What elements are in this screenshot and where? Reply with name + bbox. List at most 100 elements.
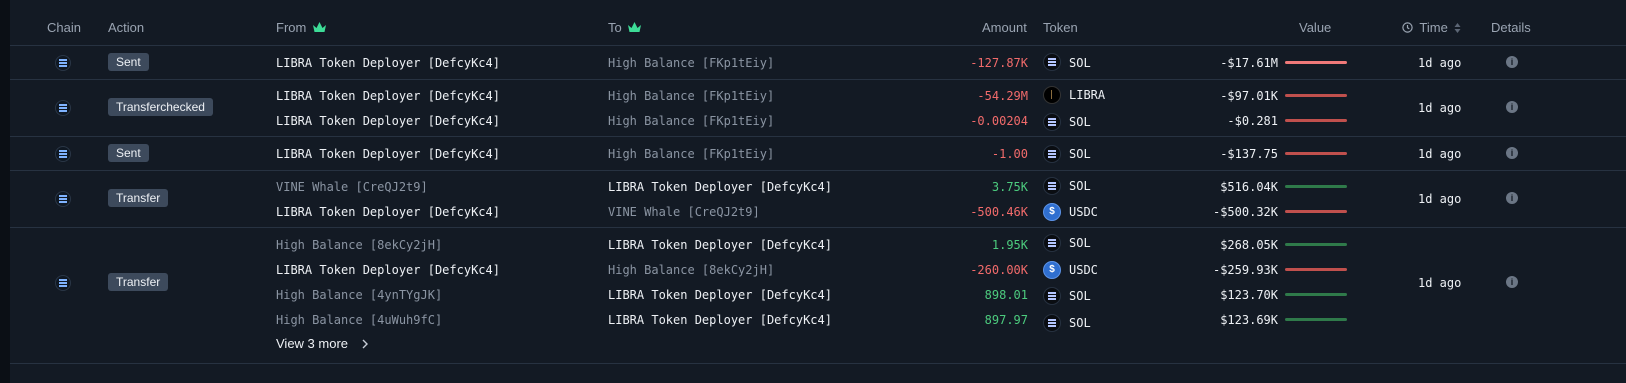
amount: -0.00204 [970,114,1028,128]
clock-icon [1402,22,1413,33]
usd-value: -$500.32K [1212,205,1278,219]
time-ago: 1d ago [1418,147,1462,161]
usd-value: -$137.75 [1220,147,1278,161]
usd-value: $123.69K [1220,313,1278,327]
time-ago: 1d ago [1418,192,1462,206]
from-address[interactable]: LIBRA Token Deployer [DefcyKc4] [276,89,500,103]
view-more-label: View 3 more [276,336,349,351]
token-symbol[interactable]: USDC [1069,263,1098,277]
col-header-time[interactable]: Time [1402,20,1461,35]
value-bar [1285,61,1347,64]
amount: 898.01 [984,288,1028,302]
time-ago: 1d ago [1418,276,1462,290]
usd-value: -$259.93K [1212,263,1278,277]
sol-token-icon [1043,53,1061,71]
token-symbol[interactable]: SOL [1069,289,1091,303]
amount: 3.75K [991,180,1028,194]
action-badge: Sent [108,144,149,162]
to-address[interactable]: LIBRA Token Deployer [DefcyKc4] [608,288,832,302]
sol-token-icon [1043,234,1061,252]
from-address[interactable]: LIBRA Token Deployer [DefcyKc4] [276,114,500,128]
usd-value: $268.05K [1220,238,1278,252]
amount: 897.97 [984,313,1028,327]
value-bar [1285,293,1347,296]
token-symbol[interactable]: SOL [1069,236,1091,250]
token-symbol[interactable]: SOL [1069,115,1091,129]
token-symbol[interactable]: SOL [1069,316,1091,330]
from-address[interactable]: High Balance [4uWuh9fC] [276,313,442,327]
from-address[interactable]: LIBRA Token Deployer [DefcyKc4] [276,56,500,70]
sol-token-icon [1043,314,1061,332]
col-header-from-label: From [276,20,307,35]
value-bar [1285,318,1347,321]
token-symbol[interactable]: SOL [1069,147,1091,161]
value-bar [1285,152,1347,155]
libra-token-icon [1043,86,1061,104]
solana-chain-icon [55,146,71,162]
to-address[interactable]: LIBRA Token Deployer [DefcyKc4] [608,313,832,327]
value-bar [1285,94,1347,97]
chevron-right-icon [362,339,368,349]
col-header-to-label: To [608,20,622,35]
action-badge: Transfer [108,189,169,207]
value-bar [1285,268,1347,271]
value-bar [1285,185,1347,188]
col-header-to[interactable]: To [608,20,642,35]
col-header-action: Action [108,20,145,35]
from-address[interactable]: LIBRA Token Deployer [DefcyKc4] [276,147,500,161]
to-address[interactable]: High Balance [FKp1tEiy] [608,56,774,70]
to-address[interactable]: LIBRA Token Deployer [DefcyKc4] [608,238,832,252]
sort-icon[interactable] [1454,22,1461,34]
amount: -1.00 [991,147,1028,161]
token-symbol[interactable]: USDC [1069,205,1098,219]
sol-token-icon [1043,177,1061,195]
to-address[interactable]: LIBRA Token Deployer [DefcyKc4] [608,180,832,194]
token-symbol[interactable]: LIBRA [1069,88,1105,102]
action-badge: Transfer [108,273,169,291]
to-address[interactable]: High Balance [FKp1tEiy] [608,114,774,128]
usdc-token-icon: $ [1043,203,1061,221]
token-symbol[interactable]: SOL [1069,56,1091,70]
crown-icon [312,22,326,32]
value-bar [1285,119,1347,122]
col-header-value: Value [1299,20,1332,35]
view-more-link[interactable]: View 3 more [276,336,369,351]
col-header-details: Details [1491,20,1531,35]
info-icon[interactable]: i [1506,147,1518,159]
info-icon[interactable]: i [1506,56,1518,68]
col-header-from[interactable]: From [276,20,326,35]
info-icon[interactable]: i [1506,276,1518,288]
value-bar [1285,243,1347,246]
from-address[interactable]: LIBRA Token Deployer [DefcyKc4] [276,205,500,219]
info-icon[interactable]: i [1506,192,1518,204]
col-header-chain: Chain [47,20,81,35]
col-header-amount: Amount [982,20,1027,35]
info-icon[interactable]: i [1506,101,1518,113]
from-address[interactable]: VINE Whale [CreQJ2t9] [276,180,428,194]
from-address[interactable]: High Balance [8ekCy2jH] [276,238,442,252]
transactions-table: Chain Action From To Amount Token Value … [10,0,1626,383]
action-badge: Sent [108,53,149,71]
time-ago: 1d ago [1418,101,1462,115]
action-badge: Transferchecked [108,98,213,116]
solana-chain-icon [55,55,71,71]
amount: -54.29M [977,89,1028,103]
from-address[interactable]: LIBRA Token Deployer [DefcyKc4] [276,263,500,277]
solana-chain-icon [55,100,71,116]
solana-chain-icon [55,191,71,207]
sol-token-icon [1043,287,1061,305]
to-address[interactable]: VINE Whale [CreQJ2t9] [608,205,760,219]
solana-chain-icon [55,275,71,291]
crown-icon [628,22,642,32]
to-address[interactable]: High Balance [FKp1tEiy] [608,89,774,103]
usd-value: -$97.01K [1220,89,1278,103]
from-address[interactable]: High Balance [4ynTYgJK] [276,288,442,302]
value-bar [1285,210,1347,213]
usd-value: $123.70K [1220,288,1278,302]
token-symbol[interactable]: SOL [1069,179,1091,193]
usd-value: $516.04K [1220,180,1278,194]
amount: -127.87K [970,56,1028,70]
to-address[interactable]: High Balance [FKp1tEiy] [608,147,774,161]
time-ago: 1d ago [1418,56,1462,70]
to-address[interactable]: High Balance [8ekCy2jH] [608,263,774,277]
